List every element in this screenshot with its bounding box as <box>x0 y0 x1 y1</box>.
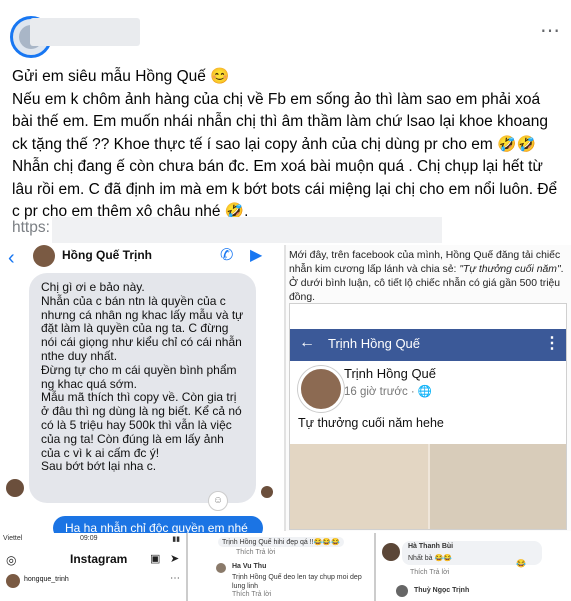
comment-text: Trịnh Hồng Quế deo len tay chụp moi dep … <box>232 574 362 590</box>
sender-avatar <box>6 479 24 497</box>
commenter-name: Thuỳ Ngọc Trịnh <box>414 587 470 594</box>
fb-navbar: ← Trịnh Hồng Quế ⋮ <box>290 329 566 361</box>
comments-screenshot[interactable]: Trịnh Hồng Quế hihi đẹp qá !!😂😂😂 Thích T… <box>188 533 376 601</box>
post-greeting: Gửi em siêu mẫu Hồng Quế 😊 <box>12 68 230 85</box>
commenter-avatar <box>216 563 226 573</box>
commenter-name: Ha Vu Thu <box>232 563 267 570</box>
post-body: Nếu em k chôm ảnh hàng của chị về Fb em … <box>12 90 562 221</box>
camera-icon: ◎ <box>6 553 17 567</box>
insta-avatar <box>6 574 20 588</box>
back-arrow-icon: ← <box>299 334 315 351</box>
fb-avatar <box>298 366 344 412</box>
news-screenshot[interactable]: Mới đây, trên facebook của mình, Hồng Qu… <box>284 245 571 531</box>
comments-screenshot-2[interactable]: Hà Thanh Bùi Nhất bà 😂😂 😂 Thích Trả lời … <box>376 533 571 601</box>
phone-icon: ✆ <box>220 247 234 264</box>
more-vertical-icon: ⋮ <box>544 335 560 352</box>
fb-post-text: Tự thưởng cuối năm hehe <box>298 416 444 430</box>
chat-header: ‹ Hồng Quế Trịnh ✆ ▶ <box>0 245 283 269</box>
commenter-avatar <box>396 585 408 597</box>
post-link[interactable]: https: <box>12 217 442 245</box>
carrier-text: Viettel <box>3 535 23 542</box>
messenger-screenshot[interactable]: ‹ Hồng Quế Trịnh ✆ ▶ Chị gì ơi e bảo này… <box>0 245 286 540</box>
fb-author-name: Trịnh Hồng Quế <box>344 366 437 381</box>
post-text: Gửi em siêu mẫu Hồng Quế 😊 Nếu em k chôm… <box>12 66 560 224</box>
direct-send-icon: ➤ <box>170 553 180 565</box>
comment-actions: Thích Trả lời <box>236 549 276 556</box>
fb-page-title: Trịnh Hồng Quế <box>328 336 421 351</box>
received-message-bubble: Chị gì ơi e bảo này. Nhẫn của c bán ntn … <box>29 273 256 503</box>
message-line: Chị gì ơi e bảo này. <box>41 280 145 294</box>
commenter-name: Hà Thanh Bùi <box>408 543 454 550</box>
comment-text: Nhất bà 😂😂 <box>408 555 452 562</box>
comment-actions: Thích Trả lời <box>410 569 450 576</box>
igtv-icon: ▣ <box>150 553 161 565</box>
message-line: Mẫu mã thích thì copy về. Còn gia trị ở … <box>41 390 246 460</box>
insta-username: hongque_trinh <box>24 576 69 583</box>
post-header: ⋯ <box>10 14 561 64</box>
message-line: Nhẫn của c bán ntn là quyền của c nhưng … <box>41 293 247 363</box>
fb-post-time: 16 giờ trước · 🌐 <box>344 386 433 398</box>
photo-grid[interactable]: ‹ Hồng Quế Trịnh ✆ ▶ Chị gì ơi e bảo này… <box>0 245 571 601</box>
facebook-mobile-screenshot: ← Trịnh Hồng Quế ⋮ Trịnh Hồng Quế 16 giờ… <box>289 303 567 530</box>
more-options-icon[interactable]: ⋯ <box>540 18 561 43</box>
reaction-icon: 😂 <box>516 559 526 568</box>
bottom-thumbnails: Viettel 09:09 ▮▮ ◎ Instagram ▣ ➤ hongque… <box>0 533 571 601</box>
instagram-screenshot[interactable]: Viettel 09:09 ▮▮ ◎ Instagram ▣ ➤ hongque… <box>0 533 188 601</box>
instagram-logo-text: Instagram <box>70 552 128 566</box>
status-time: 09:09 <box>80 535 98 542</box>
battery-icon: ▮▮ <box>172 536 180 543</box>
fb-post-photo <box>290 444 566 529</box>
message-line: Đừng tự cho m cái quyền bình phẩm ng kha… <box>41 362 240 391</box>
facebook-post: ⋯ Gửi em siêu mẫu Hồng Quế 😊 Nếu em k ch… <box>0 0 571 601</box>
more-options-icon: ⋯ <box>170 573 180 584</box>
caption-quote: "Tự thưởng cuối năm" <box>459 264 561 275</box>
video-icon: ▶ <box>250 247 263 264</box>
comment-text: Trịnh Hồng Quế hihi đẹp qá !!😂😂😂 <box>218 537 344 547</box>
contact-avatar <box>33 245 55 267</box>
link-redacted <box>52 217 442 243</box>
react-icon: ☺ <box>208 491 228 511</box>
contact-name: Hồng Quế Trịnh <box>62 248 152 262</box>
back-arrow-icon: ‹ <box>8 247 15 269</box>
seen-avatar <box>261 486 273 498</box>
link-prefix[interactable]: https: <box>12 219 50 237</box>
author-name-redacted <box>30 18 140 46</box>
message-line: Sau bớt bớt lại nha c. <box>41 459 157 474</box>
commenter-avatar <box>382 543 400 561</box>
news-caption: Mới đây, trên facebook của mình, Hồng Qu… <box>289 249 569 305</box>
comment-actions: Thích Trả lời <box>232 591 272 598</box>
